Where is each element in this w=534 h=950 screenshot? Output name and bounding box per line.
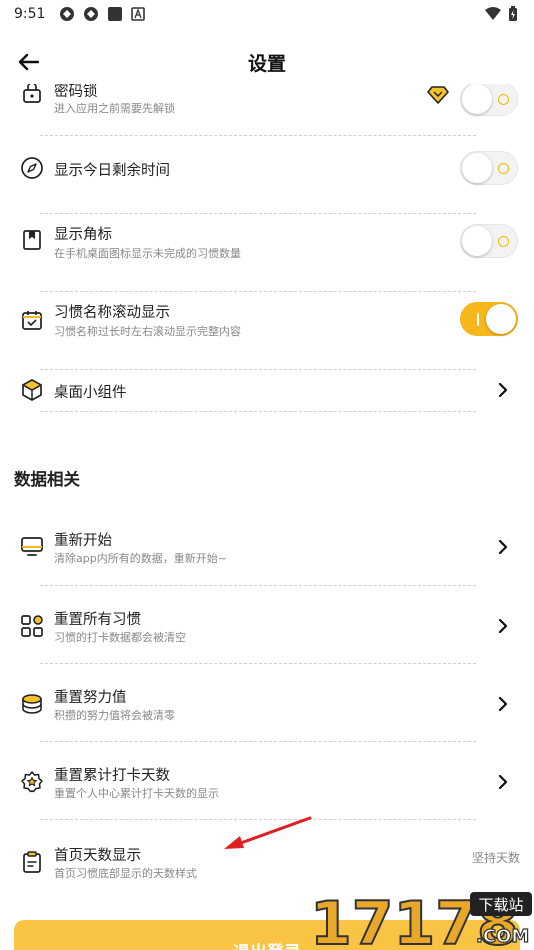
- setting-row-scroll-names[interactable]: 习惯名称滚动显示 习惯名称过长时左右滚动显示完整内容: [0, 292, 534, 370]
- setting-title: 显示今日剩余时间: [54, 163, 170, 179]
- toggle-knob: [462, 153, 492, 183]
- setting-subtitle: 首页习惯底部显示的天数样式: [54, 867, 197, 880]
- row-divider: [40, 411, 476, 412]
- setting-title: 习惯名称滚动显示: [54, 305, 170, 321]
- toggle-off-ring: [498, 236, 509, 247]
- password-lock-toggle[interactable]: [460, 84, 518, 116]
- back-button[interactable]: [14, 48, 42, 76]
- app-notification-icon: [60, 7, 75, 21]
- setting-title: 重新开始: [54, 533, 112, 549]
- setting-title: 重置累计打卡天数: [54, 768, 170, 784]
- cube-icon: [22, 379, 42, 401]
- clipboard-icon: [23, 851, 41, 873]
- setting-row-password-lock[interactable]: 密码锁 进入应用之前需要先解锁: [0, 84, 534, 136]
- setting-title: 显示角标: [54, 227, 112, 243]
- app-header: 设置: [0, 40, 534, 84]
- setting-subtitle: 习惯的打卡数据都会被清空: [54, 631, 186, 644]
- monitor-icon: [21, 537, 43, 556]
- setting-title: 桌面小组件: [54, 385, 127, 401]
- toggle-knob: [462, 226, 492, 256]
- chevron-right-icon: [498, 775, 508, 789]
- setting-subtitle: 重置个人中心累计打卡天数的显示: [54, 787, 219, 800]
- setting-subtitle: 习惯名称过长时左右滚动显示完整内容: [54, 325, 241, 338]
- font-notification-icon: [131, 7, 146, 21]
- status-time: 9:51: [14, 6, 46, 22]
- setting-subtitle: 积攒的努力值将会被清零: [54, 709, 175, 722]
- toggle-on-bar: [477, 313, 479, 326]
- setting-subtitle: 进入应用之前需要先解锁: [54, 102, 175, 115]
- watermark-domain: .COM: [476, 926, 529, 947]
- battery-icon: [509, 6, 517, 21]
- watermark-badge: 下载站: [478, 896, 523, 914]
- setting-row-restart[interactable]: 重新开始 清除app内所有的数据，重新开始~: [0, 508, 534, 586]
- chevron-right-icon: [498, 697, 508, 711]
- setting-title: 密码锁: [54, 84, 98, 100]
- setting-row-reset-habits[interactable]: 重置所有习惯 习惯的打卡数据都会被清空: [0, 586, 534, 664]
- setting-subtitle: 清除app内所有的数据，重新开始~: [54, 552, 227, 565]
- setting-row-widgets[interactable]: 桌面小组件: [0, 370, 534, 448]
- page-title: 设置: [247, 52, 286, 75]
- setting-row-badge[interactable]: 显示角标 在手机桌面图标显示未完成的习惯数量: [0, 214, 534, 292]
- coins-icon: [22, 694, 42, 714]
- bookmark-icon: [23, 230, 41, 250]
- toggle-knob: [462, 84, 492, 114]
- setting-title: 重置所有习惯: [54, 612, 141, 628]
- toggle-off-ring: [498, 94, 509, 105]
- toggle-knob: [486, 304, 516, 334]
- setting-title: 重置努力值: [54, 690, 127, 706]
- annotation-arrow-icon: [224, 816, 312, 849]
- wifi-icon: [485, 7, 501, 20]
- toggle-off-ring: [498, 163, 509, 174]
- square-notification-icon: [108, 7, 123, 21]
- lock-icon: [23, 84, 41, 103]
- star-badge-icon: [21, 771, 43, 793]
- status-indicators: [484, 6, 518, 22]
- vip-diamond-icon: [427, 86, 449, 104]
- status-bar: 9:51: [0, 0, 534, 28]
- badge-toggle[interactable]: [460, 224, 518, 258]
- homepage-days-value: 坚持天数: [471, 851, 520, 865]
- setting-row-reset-effort[interactable]: 重置努力值 积攒的努力值将会被清零: [0, 664, 534, 742]
- compass-icon: [21, 157, 43, 179]
- arrow-left-icon: [18, 53, 39, 71]
- calendar-check-icon: [22, 311, 42, 330]
- chevron-right-icon: [498, 540, 508, 554]
- chevron-right-icon: [498, 383, 508, 397]
- setting-title: 首页天数显示: [54, 848, 141, 864]
- chevron-right-icon: [498, 619, 508, 633]
- setting-row-reset-days[interactable]: 重置累计打卡天数 重置个人中心累计打卡天数的显示: [0, 742, 534, 820]
- site-watermark-logo: 17178 下载站 .COM: [310, 888, 532, 950]
- remaining-time-toggle[interactable]: [460, 151, 518, 185]
- settings-list[interactable]: 密码锁 进入应用之前需要先解锁 显示今日剩余时间 显示角标 在手机桌面图标显示未…: [0, 84, 534, 950]
- section-title-data: 数据相关: [14, 470, 80, 489]
- grid-apps-icon: [21, 615, 43, 637]
- scroll-names-toggle[interactable]: [460, 302, 518, 336]
- app-notification-icon-2: [84, 7, 99, 21]
- setting-subtitle: 在手机桌面图标显示未完成的习惯数量: [54, 247, 241, 260]
- setting-row-remaining-time[interactable]: 显示今日剩余时间: [0, 136, 534, 214]
